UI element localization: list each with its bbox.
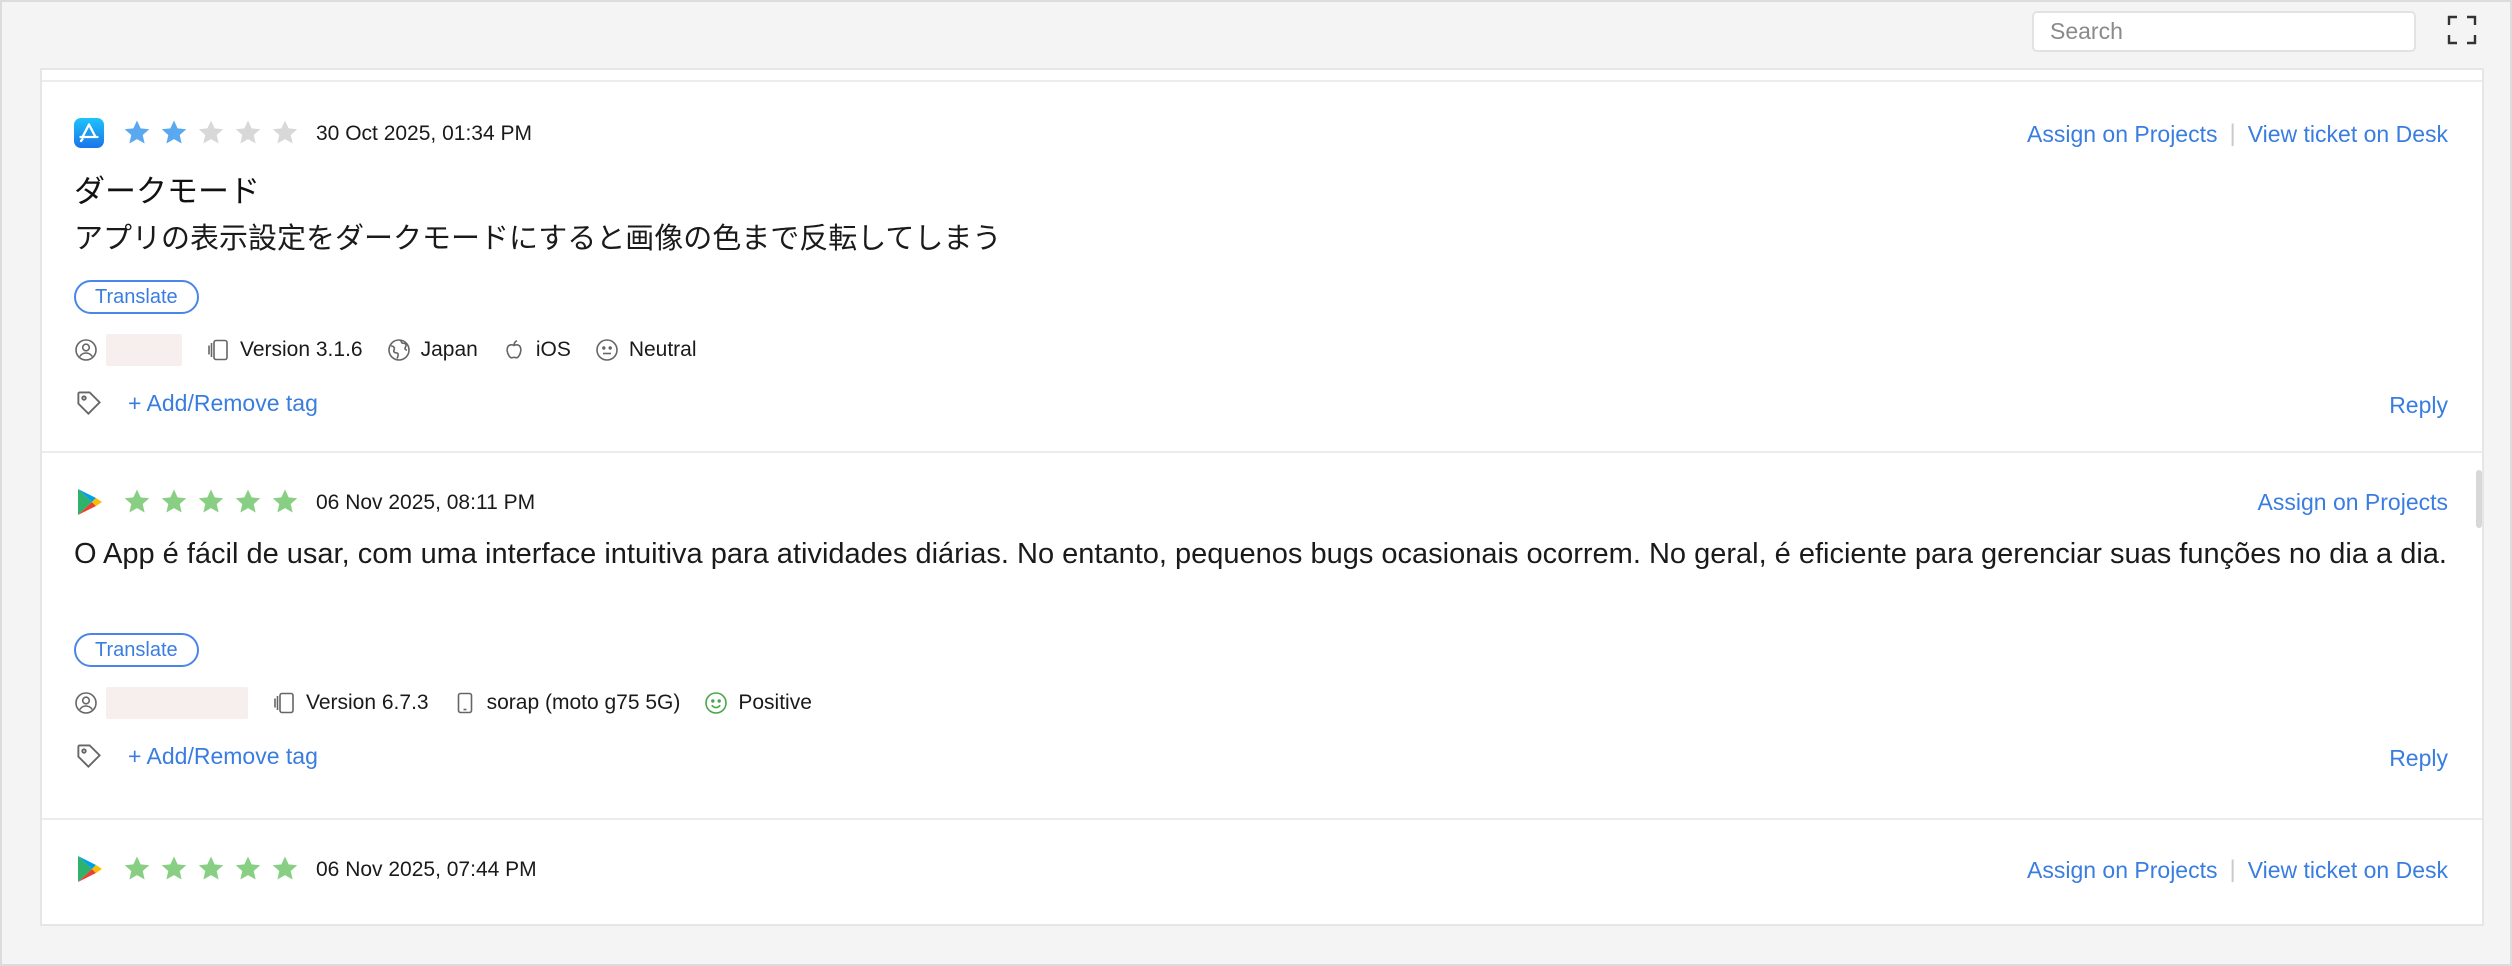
user-icon [75, 339, 97, 361]
device-text: sorap (moto g75 5G) [486, 691, 681, 714]
review-actions: Assign on Projects [2258, 489, 2448, 516]
sentiment: Positive [704, 691, 812, 715]
star-icon [235, 856, 261, 880]
star-rating [122, 854, 300, 884]
app-store-icon [74, 118, 104, 148]
fullscreen-icon[interactable] [2446, 14, 2478, 46]
star-icon [124, 489, 150, 513]
reviews-panel[interactable]: 30 Oct 2025, 01:34 PM Assign on Projects… [40, 68, 2484, 926]
apple-icon [506, 339, 522, 359]
review-card: 06 Nov 2025, 08:11 PM Assign on Projects… [42, 453, 2482, 820]
star-icon [272, 856, 298, 880]
star-icon [235, 489, 261, 513]
assign-on-projects-link[interactable]: Assign on Projects [2027, 121, 2217, 148]
version-text: Version 3.1.6 [240, 338, 363, 361]
google-play-icon [74, 854, 104, 884]
reply-link[interactable]: Reply [2389, 392, 2448, 419]
star-icon [198, 489, 224, 513]
app-frame: 30 Oct 2025, 01:34 PM Assign on Projects… [0, 0, 2512, 966]
version-icon [274, 692, 294, 714]
star-rating [122, 487, 300, 517]
phone-icon [457, 692, 472, 714]
review-card: 06 Nov 2025, 07:44 PM Assign on Projects… [42, 820, 2482, 924]
assign-on-projects-link[interactable]: Assign on Projects [2258, 489, 2448, 516]
sentiment-text: Neutral [628, 338, 697, 361]
add-remove-tag-link[interactable]: + Add/Remove tag [128, 390, 318, 417]
divider: | [2229, 120, 2236, 147]
tag-row: + Add/Remove tag [74, 388, 318, 418]
view-ticket-on-desk-link[interactable]: View ticket on Desk [2248, 121, 2448, 148]
view-ticket-on-desk-link[interactable]: View ticket on Desk [2248, 857, 2448, 884]
scrollbar-thumb[interactable] [2476, 470, 2482, 528]
version-icon [208, 339, 228, 361]
review-date: 06 Nov 2025, 08:11 PM [316, 491, 536, 514]
star-icon [124, 120, 150, 144]
reviewer-name-redacted [106, 687, 248, 719]
star-icon [161, 120, 187, 144]
review-actions: Assign on Projects | View ticket on Desk [2027, 120, 2448, 148]
review-meta: Version 6.7.3 sorap (moto g75 5G) Positi… [74, 687, 836, 719]
star-icon [235, 120, 261, 144]
translate-button[interactable]: Translate [74, 633, 199, 667]
tag-row: + Add/Remove tag [74, 741, 318, 771]
tag-icon [77, 391, 101, 415]
device: sorap (moto g75 5G) [453, 691, 681, 715]
star-rating [122, 118, 300, 148]
platform-text: iOS [535, 338, 571, 361]
version-text: Version 6.7.3 [306, 691, 429, 714]
review-card: 30 Oct 2025, 01:34 PM Assign on Projects… [42, 80, 2482, 453]
review-meta: Version 3.1.6 Japan iOS Neutral [74, 334, 721, 366]
star-icon [198, 120, 224, 144]
google-play-icon [74, 487, 104, 517]
search-input[interactable] [2032, 11, 2416, 52]
user-icon [75, 692, 97, 714]
star-icon [198, 856, 224, 880]
globe-icon [387, 339, 410, 361]
sentiment: Neutral [595, 338, 697, 362]
review-title: l... [74, 918, 107, 924]
top-bar [2, 2, 2510, 68]
reviewer [74, 334, 182, 366]
divider: | [2229, 856, 2236, 883]
app-version: Version 3.1.6 [206, 338, 363, 362]
smile-icon [705, 692, 728, 714]
platform: iOS [502, 338, 571, 362]
star-icon [161, 489, 187, 513]
review-actions: Assign on Projects | View ticket on Desk [2027, 856, 2448, 884]
star-icon [161, 856, 187, 880]
review-body: アプリの表示設定をダークモードにすると画像の色まで反転してしまう [74, 223, 1002, 255]
neutral-face-icon [596, 339, 618, 361]
review-title: ダークモード [74, 174, 260, 209]
translate-button[interactable]: Translate [74, 280, 199, 314]
add-remove-tag-link[interactable]: + Add/Remove tag [128, 743, 318, 770]
country: Japan [387, 338, 478, 362]
reviewer [74, 687, 248, 719]
review-body: O App é fácil de usar, com uma interface… [74, 538, 2447, 570]
reviewer-name-redacted [106, 334, 182, 366]
tag-icon [77, 744, 101, 768]
star-icon [272, 120, 298, 144]
reply-link[interactable]: Reply [2389, 745, 2448, 772]
app-version: Version 6.7.3 [272, 691, 429, 715]
sentiment-text: Positive [738, 691, 812, 714]
star-icon [272, 489, 298, 513]
star-icon [124, 856, 150, 880]
country-text: Japan [420, 338, 478, 361]
review-date: 06 Nov 2025, 07:44 PM [316, 858, 537, 881]
review-date: 30 Oct 2025, 01:34 PM [316, 122, 532, 145]
assign-on-projects-link[interactable]: Assign on Projects [2027, 857, 2217, 884]
